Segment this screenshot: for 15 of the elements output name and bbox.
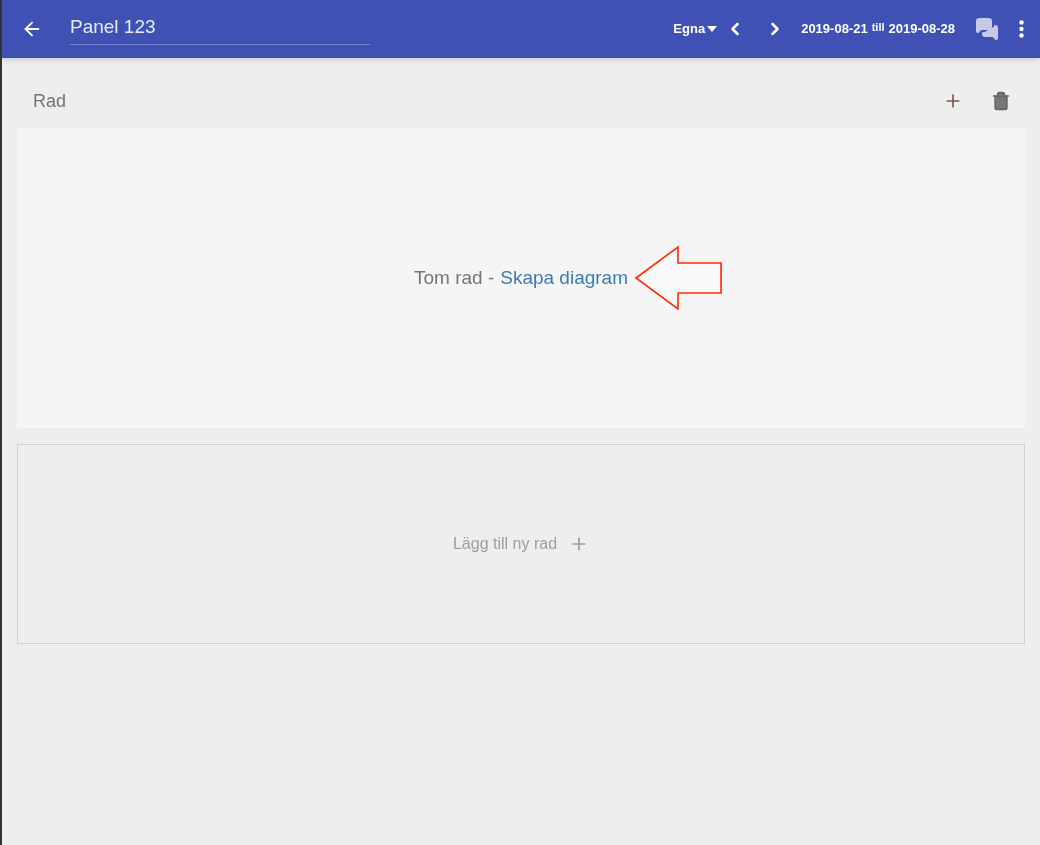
more-icon <box>1019 20 1024 38</box>
trash-icon <box>991 91 1011 111</box>
title-field[interactable]: Panel 123 <box>70 13 370 45</box>
comments-button[interactable] <box>975 17 999 41</box>
arrow-annotation-icon <box>634 245 724 311</box>
filter-dropdown[interactable]: Egna <box>673 19 718 39</box>
chat-icon <box>975 17 999 41</box>
empty-row-text: Tom rad - <box>413 265 495 290</box>
date-to: 2019-08-28 <box>888 20 955 39</box>
date-from: 2019-08-21 <box>801 20 868 39</box>
more-button[interactable] <box>1019 20 1024 38</box>
date-separator: till <box>871 20 885 35</box>
caret-icon <box>707 26 718 32</box>
create-chart-link[interactable]: Skapa diagram <box>500 263 628 293</box>
row-title: Rad <box>33 89 67 113</box>
